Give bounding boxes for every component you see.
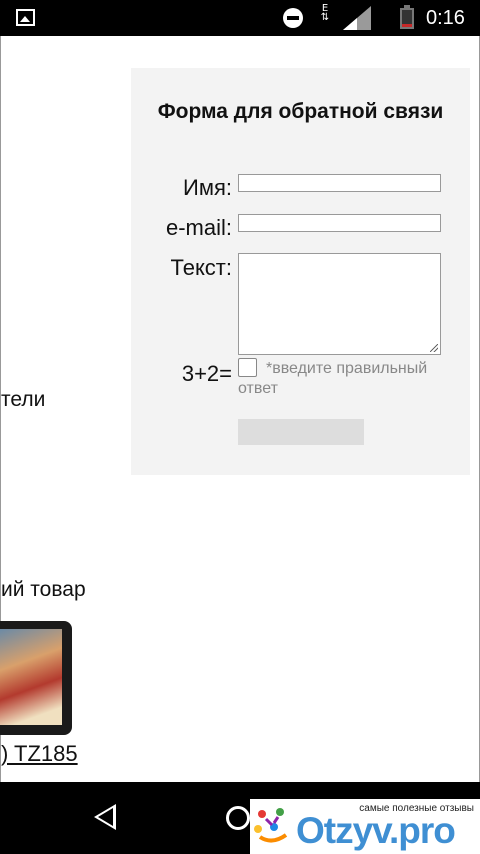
signal-strength-fill xyxy=(343,18,357,30)
background-heading-fragment: ий товар xyxy=(1,578,86,601)
background-text-fragment: тели xyxy=(1,388,46,411)
home-icon[interactable] xyxy=(226,806,250,830)
clock: 0:16 xyxy=(426,7,465,29)
status-bar: E ⇅ 0:16 xyxy=(0,0,480,36)
feedback-form-panel: Форма для обратной связи Имя: e-mail: Те… xyxy=(131,68,470,475)
image-notification-icon xyxy=(16,9,35,26)
submit-button[interactable] xyxy=(238,419,364,445)
product-image-screen xyxy=(0,629,62,725)
watermark-logo-text: Otzyv.pro xyxy=(296,810,456,851)
network-type-label: E xyxy=(321,3,329,14)
captcha-label: 3+2= xyxy=(181,361,232,386)
product-link[interactable]: ) TZ185 xyxy=(1,741,78,767)
resize-handle-icon[interactable] xyxy=(430,344,438,352)
captcha-hint: *введите правильный ответ xyxy=(238,360,428,397)
do-not-disturb-icon xyxy=(283,8,303,28)
battery-icon xyxy=(400,5,414,29)
name-input[interactable] xyxy=(238,174,441,192)
mobile-data-icon: E ⇅ xyxy=(320,3,330,23)
email-input[interactable] xyxy=(238,214,441,232)
watermark: самые полезные отзывы Otzyv.pro xyxy=(250,799,480,854)
name-label: Имя: xyxy=(183,175,232,200)
product-image[interactable] xyxy=(0,621,72,735)
otzyv-logo-icon xyxy=(254,808,288,843)
form-title: Форма для обратной связи xyxy=(157,100,444,123)
text-label: Текст: xyxy=(170,255,233,280)
back-icon[interactable] xyxy=(94,804,116,830)
message-textarea[interactable] xyxy=(238,253,441,355)
email-label: e-mail: xyxy=(165,215,232,240)
